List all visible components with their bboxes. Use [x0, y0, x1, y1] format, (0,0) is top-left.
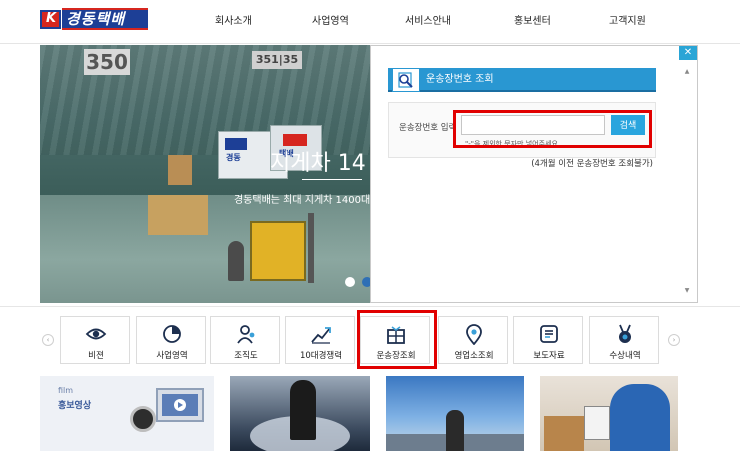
film-reel-icon — [130, 406, 156, 432]
nav-about[interactable]: 회사소개 — [215, 12, 252, 27]
truck-label: 경동 — [226, 153, 241, 162]
clipboard — [584, 406, 610, 440]
play-icon — [174, 399, 186, 411]
slider-dot-2[interactable] — [362, 277, 370, 287]
scroll-up-icon[interactable]: ▲ — [683, 68, 691, 75]
hero-banner[interactable]: 350 351|35 경동 택배 지게차 14 경동택배는 최대 지게차 140… — [40, 45, 370, 303]
courier-figure — [610, 384, 670, 451]
cargo-stack — [168, 155, 192, 185]
highlight-box-search — [453, 110, 652, 148]
growth-chart-icon — [310, 323, 332, 345]
scroll-down-icon[interactable]: ▼ — [683, 287, 691, 294]
dock-sign-right: 351|35 — [252, 51, 302, 69]
site-header: K 경동택배 회사소개 사업영역 서비스안내 홍보센터 고객지원 — [0, 0, 740, 44]
tracking-note: (4개월 이전 운송장번호 조회불가) — [531, 159, 653, 169]
promo-video-label: 홍보영상 — [58, 401, 92, 411]
tracking-title: 운송장번호 조회 — [426, 74, 494, 85]
quick-item-label: 수상내역 — [609, 351, 641, 361]
quick-item-awards[interactable]: 수상내역 — [589, 316, 659, 364]
quick-item-label: 보도자료 — [533, 351, 565, 361]
document-icon — [538, 323, 560, 345]
quick-item-vision[interactable]: 비젼 — [60, 316, 130, 364]
promo-video-tile[interactable]: film 홍보영상 — [40, 376, 214, 451]
close-icon[interactable]: ✕ — [679, 46, 697, 60]
quick-item-competitiveness[interactable]: 10대경쟁력 — [285, 316, 355, 364]
nav-customer-support[interactable]: 고객지원 — [609, 12, 646, 27]
quick-item-press[interactable]: 보도자료 — [513, 316, 583, 364]
image-tile-city[interactable] — [386, 376, 524, 451]
map-pin-icon — [463, 323, 485, 346]
man-silhouette — [446, 410, 464, 451]
nav-pr-center[interactable]: 홍보센터 — [514, 12, 551, 27]
quick-item-branch-search[interactable]: 영업소조회 — [438, 316, 508, 364]
dock-sign-left: 350 — [84, 49, 130, 75]
quick-prev-button[interactable]: ‹ — [42, 334, 54, 346]
medal-icon — [614, 323, 636, 345]
search-document-icon — [392, 68, 420, 92]
quick-item-label: 조직도 — [234, 351, 258, 361]
quick-item-org-chart[interactable]: 조직도 — [210, 316, 280, 364]
quick-item-business[interactable]: 사업영역 — [136, 316, 206, 364]
forklift-mast — [308, 213, 314, 283]
image-tile-delivery[interactable] — [540, 376, 678, 451]
parcel-boxes — [544, 416, 584, 451]
tracking-panel: ✕ ▲ ▼ 운송장번호 조회 운송장번호 입력 검색 "-"을 제외한 문자만 … — [370, 45, 698, 303]
tracking-title-bar: 운송장번호 조회 — [388, 68, 656, 92]
film-label: film — [58, 386, 74, 395]
worker-figure — [228, 241, 244, 281]
hero-divider — [302, 179, 362, 180]
cargo-pallet — [148, 195, 208, 235]
forklift — [250, 213, 314, 283]
hero-subtitle: 경동택배는 최대 지게차 1400대 — [234, 195, 370, 206]
nav-service[interactable]: 서비스안내 — [405, 12, 451, 27]
nav-business[interactable]: 사업영역 — [312, 12, 349, 27]
slider-dot-1[interactable] — [345, 277, 355, 287]
image-tile-globe[interactable] — [230, 376, 370, 451]
logo-wordmark: 경동택배 — [62, 8, 148, 30]
businessman-figure — [290, 380, 316, 440]
pie-chart-icon — [161, 323, 183, 345]
quick-item-label: 비젼 — [88, 351, 104, 361]
quick-item-label: 사업영역 — [156, 351, 188, 361]
truck-stripe — [225, 138, 247, 150]
quick-item-label: 10대경쟁력 — [299, 351, 343, 361]
logo-badge: K — [40, 10, 61, 29]
tracking-field-label: 운송장번호 입력 — [399, 123, 457, 133]
quick-next-button[interactable]: › — [668, 334, 680, 346]
panel-scrollbar[interactable]: ▲ ▼ — [683, 68, 691, 294]
company-logo[interactable]: K 경동택배 — [40, 8, 148, 30]
highlight-box-tracking — [357, 310, 437, 369]
eye-icon — [85, 323, 107, 345]
quick-item-label: 영업소조회 — [454, 351, 494, 361]
hero-title: 지게차 14 — [270, 151, 366, 176]
monitor-icon — [156, 388, 204, 422]
org-chart-icon — [235, 323, 257, 345]
